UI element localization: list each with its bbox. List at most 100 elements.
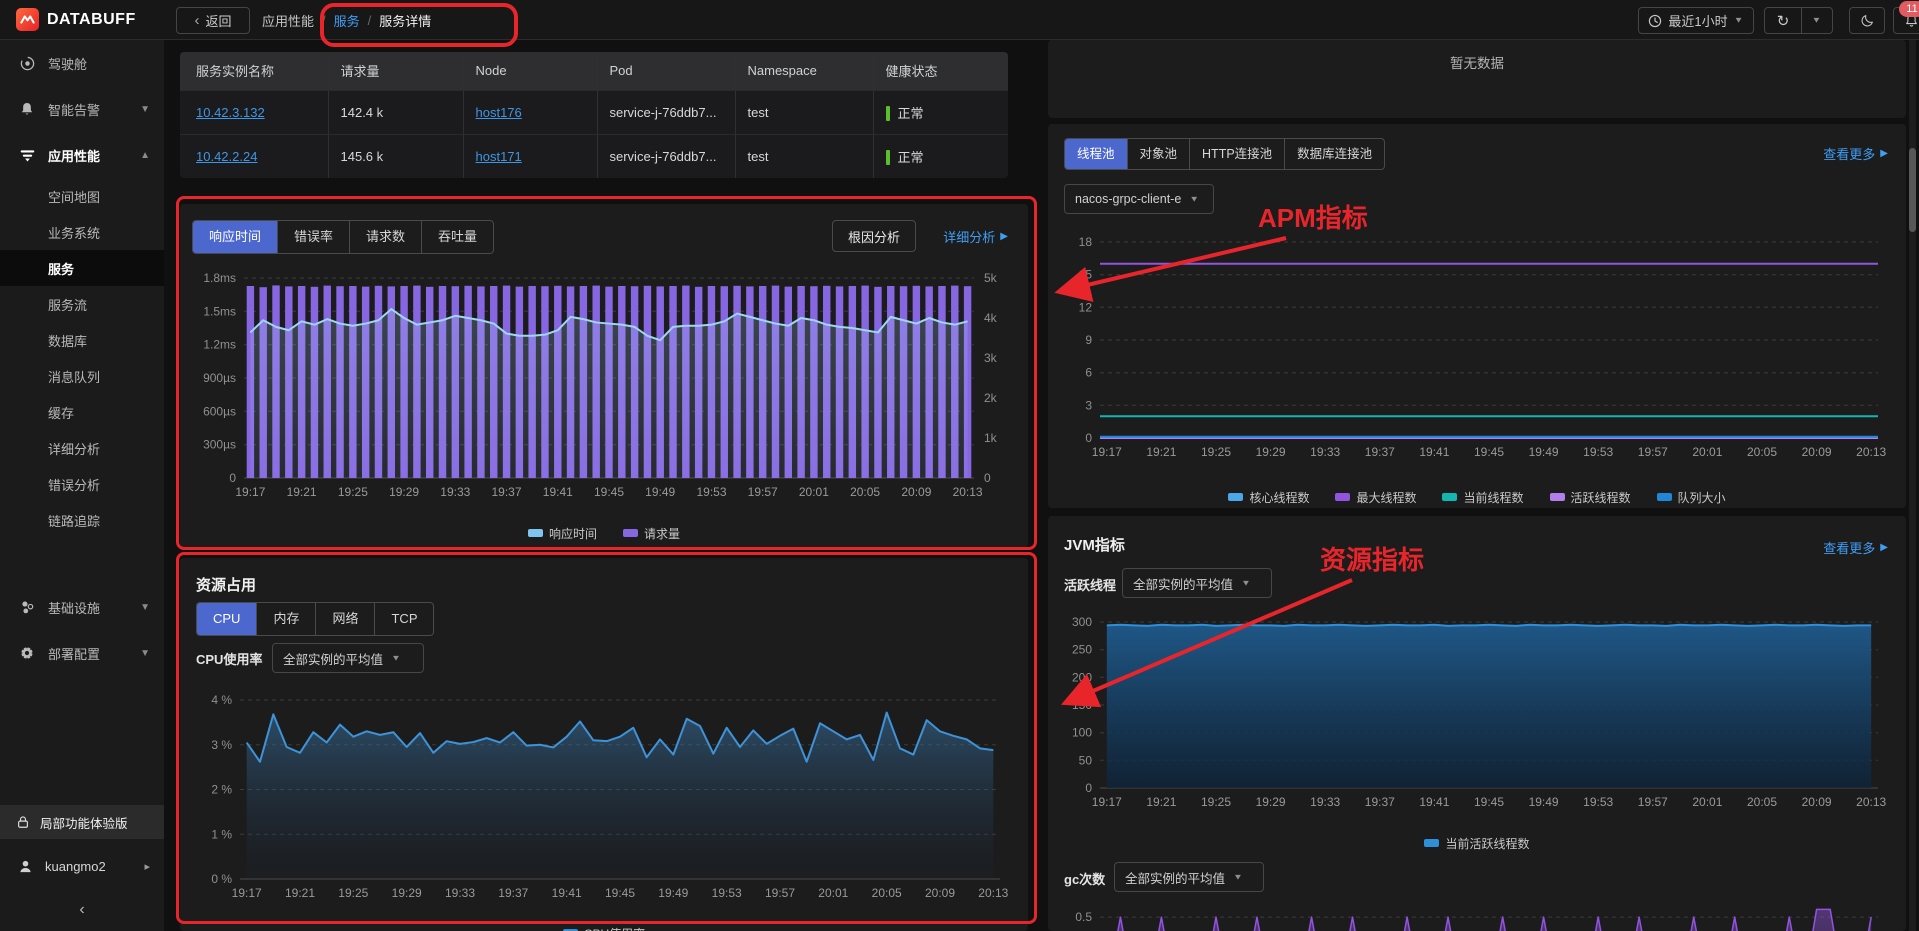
- svg-text:19:53: 19:53: [1583, 795, 1613, 809]
- pool-tabs-1[interactable]: 对象池: [1126, 139, 1190, 169]
- sidebar-menu: 驾驶舱 智能告警 ▼ 应用性能 ▲ 空间地图 业务系统 服务 服务流 数据库 消息队列 缓存 详细分析错…: [0, 40, 164, 676]
- active-thread-select-value: 全部实例的平均值: [1133, 577, 1234, 592]
- pool-tabs-0[interactable]: 线程池: [1065, 139, 1127, 169]
- svg-text:19:49: 19:49: [658, 886, 688, 900]
- legend-item-请求量[interactable]: 请求量: [623, 525, 680, 542]
- sidebar-item-feature-preview[interactable]: 局部功能体验版: [0, 805, 164, 839]
- sidebar-item-14[interactable]: 部署配置 ▼: [0, 630, 164, 676]
- sidebar-item-6[interactable]: 服务流: [0, 286, 164, 322]
- node-link[interactable]: host176: [476, 105, 522, 120]
- sidebar-item-0[interactable]: 驾驶舱: [0, 40, 164, 86]
- apm-tabs-0[interactable]: 响应时间: [193, 221, 278, 253]
- instance-link[interactable]: 10.42.2.24: [196, 149, 257, 164]
- feature-preview-label: 局部功能体验版: [40, 816, 128, 831]
- theme-toggle-button[interactable]: [1849, 7, 1885, 34]
- svg-text:0: 0: [984, 471, 991, 485]
- pool-tabs-2[interactable]: HTTP连接池: [1189, 139, 1284, 169]
- pool-instance-select-value: nacos-grpc-client-e: [1075, 192, 1182, 206]
- svg-text:2k: 2k: [984, 391, 998, 405]
- time-range-value: 最近1小时: [1668, 14, 1728, 29]
- sidebar-item-3[interactable]: 空间地图: [0, 178, 164, 214]
- sidebar: 驾驶舱 智能告警 ▼ 应用性能 ▲ 空间地图 业务系统 服务 服务流 数据库 消息队列 缓存 详细分析错…: [0, 40, 164, 931]
- sidebar-item-10[interactable]: 详细分析: [0, 430, 164, 466]
- jvm-more-link[interactable]: 查看更多 ▶: [1823, 538, 1888, 557]
- svg-text:3: 3: [1085, 398, 1092, 412]
- svg-text:20:09: 20:09: [1802, 795, 1832, 809]
- svg-text:19:37: 19:37: [1365, 795, 1395, 809]
- column-header-0: 服务实例名称: [180, 52, 329, 91]
- legend-item-核心线程数[interactable]: 核心线程数: [1228, 489, 1309, 506]
- legend-item-CPU使用率[interactable]: CPU使用率: [562, 925, 645, 931]
- sidebar-item-12[interactable]: 链路追踪: [0, 502, 164, 538]
- svg-text:0: 0: [1085, 781, 1092, 795]
- cell-1-4: test: [735, 134, 874, 178]
- breadcrumb-mid[interactable]: 服务: [334, 11, 360, 30]
- sidebar-item-11[interactable]: 错误分析: [0, 466, 164, 502]
- sidebar-item-4[interactable]: 业务系统: [0, 214, 164, 250]
- svg-text:20:09: 20:09: [925, 886, 955, 900]
- svg-text:50: 50: [1079, 753, 1093, 767]
- svg-text:19:53: 19:53: [1583, 445, 1613, 459]
- scrollbar-thumb[interactable]: [1909, 148, 1916, 232]
- sidebar-item-5[interactable]: 服务: [0, 250, 164, 286]
- health-status-bar: [885, 149, 890, 165]
- refresh-button[interactable]: ↻: [1764, 7, 1802, 34]
- sidebar-item-7[interactable]: 数据库: [0, 322, 164, 358]
- apm-tabs-1[interactable]: 错误率: [277, 221, 349, 253]
- svg-text:19:53: 19:53: [696, 485, 726, 499]
- legend-item-响应时间[interactable]: 响应时间: [527, 525, 597, 542]
- resource-tabs-2[interactable]: 网络: [315, 603, 374, 635]
- apm-tabs: 响应时间 错误率 请求数 吞吐量: [192, 220, 495, 254]
- instance-link[interactable]: 10.42.3.132: [196, 105, 265, 120]
- legend-label: 最大线程数: [1356, 490, 1417, 505]
- legend-item-当前活跃线程数[interactable]: 当前活跃线程数: [1424, 835, 1530, 852]
- thread-pool-legend: 核心线程数 最大线程数 当前线程数 活跃线程数 队列大小: [1048, 488, 1906, 506]
- refresh-options-button[interactable]: ▼: [1801, 7, 1833, 34]
- legend-item-活跃线程数[interactable]: 活跃线程数: [1549, 489, 1631, 506]
- resource-tabs-1[interactable]: 内存: [256, 603, 315, 635]
- pool-more-link[interactable]: 查看更多 ▶: [1823, 144, 1888, 163]
- active-thread-select[interactable]: 全部实例的平均值 ▼: [1122, 568, 1272, 598]
- apm-tabs-3[interactable]: 吞吐量: [421, 221, 493, 253]
- svg-text:900µs: 900µs: [203, 371, 236, 385]
- pool-tabs-3[interactable]: 数据库连接池: [1284, 139, 1384, 169]
- sidebar-item-1[interactable]: 智能告警 ▼: [0, 86, 164, 132]
- sidebar-item-label: 错误分析: [48, 477, 101, 493]
- svg-text:20:05: 20:05: [1747, 795, 1777, 809]
- apm-tabs-2[interactable]: 请求数: [349, 221, 421, 253]
- sidebar-item-8[interactable]: 消息队列: [0, 358, 164, 394]
- gc-instance-select[interactable]: 全部实例的平均值 ▼: [1114, 862, 1264, 892]
- pool-instance-select[interactable]: nacos-grpc-client-e ▼: [1064, 184, 1214, 214]
- chevron-up-icon: ▲: [140, 149, 150, 161]
- breadcrumb-separator: /: [367, 12, 372, 28]
- breadcrumb-root[interactable]: 应用性能: [262, 11, 314, 30]
- legend-item-当前线程数[interactable]: 当前线程数: [1442, 489, 1524, 506]
- chevron-down-icon: ▼: [1811, 16, 1822, 25]
- chevron-right-icon: ▶: [1880, 148, 1888, 159]
- svg-text:0 %: 0 %: [211, 872, 232, 886]
- resource-tabs-0[interactable]: CPU: [197, 603, 257, 635]
- cpu-instance-select[interactable]: 全部实例的平均值 ▼: [272, 643, 424, 673]
- sidebar-item-13[interactable]: 基础设施 ▼: [0, 584, 164, 630]
- svg-text:20:13: 20:13: [978, 886, 1008, 900]
- back-button[interactable]: ‹ 返回: [176, 7, 250, 34]
- svg-text:6: 6: [1085, 366, 1092, 380]
- svg-text:15: 15: [1079, 268, 1093, 282]
- chevron-down-icon: ▼: [140, 601, 150, 613]
- legend-item-最大线程数[interactable]: 最大线程数: [1335, 489, 1416, 506]
- svg-text:19:25: 19:25: [338, 886, 368, 900]
- cpu-instance-select-value: 全部实例的平均值: [283, 652, 384, 667]
- sidebar-item-2[interactable]: 应用性能 ▲: [0, 132, 164, 178]
- resource-tabs-3[interactable]: TCP: [374, 603, 433, 635]
- detail-analysis-link[interactable]: 详细分析 ▶: [943, 227, 1008, 246]
- root-cause-button[interactable]: 根因分析: [831, 220, 916, 252]
- sidebar-user[interactable]: kuangmo2 ▸: [0, 848, 164, 884]
- sidebar-item-9[interactable]: 缓存: [0, 394, 164, 430]
- node-link[interactable]: host171: [476, 149, 522, 164]
- time-range-select[interactable]: 最近1小时 ▼: [1638, 7, 1754, 34]
- sidebar-collapse-button[interactable]: ‹: [0, 892, 164, 928]
- sidebar-item-label: 应用性能: [48, 148, 101, 164]
- svg-text:300µs: 300µs: [203, 438, 236, 452]
- legend-swatch: [1442, 493, 1458, 501]
- legend-item-队列大小[interactable]: 队列大小: [1656, 489, 1726, 506]
